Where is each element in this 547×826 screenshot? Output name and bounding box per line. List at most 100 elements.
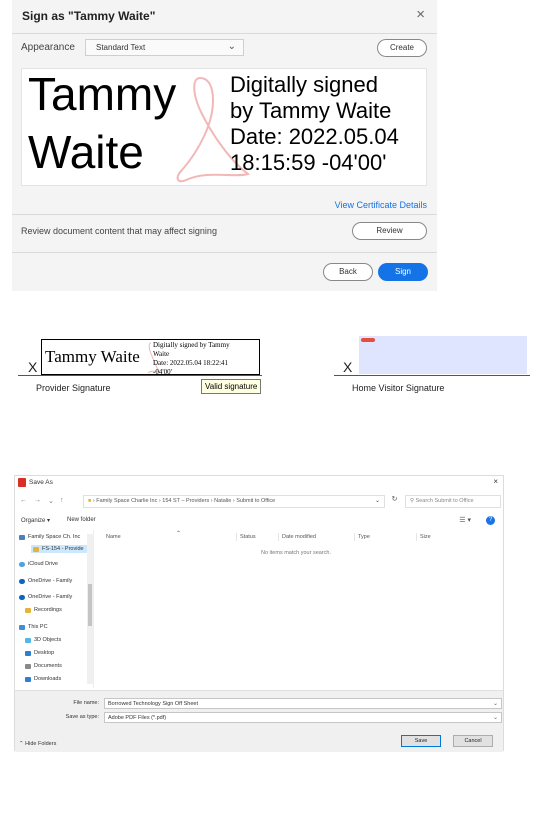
nav-item[interactable]: Documents xyxy=(25,663,62,669)
column-separator xyxy=(354,533,355,541)
toolbar: Organize ▾ New folder ☰ ▾ ? xyxy=(15,514,503,526)
valid-signature-tooltip: Valid signature xyxy=(201,379,262,394)
appearance-dropdown[interactable]: Standard Text ⌄ xyxy=(85,39,244,56)
back-button[interactable]: Back xyxy=(323,263,373,281)
breadcrumb-item[interactable]: 154 ST – Providers xyxy=(162,498,209,504)
breadcrumb-item[interactable]: Family Space Charlie Inc xyxy=(96,498,157,504)
save-options-panel: File name: Borrowed Technology Sign Off … xyxy=(15,690,503,752)
file-name-value: Borrowed Technology Sign Off Sheet xyxy=(108,701,198,707)
column-separator xyxy=(278,533,279,541)
review-button[interactable]: Review xyxy=(352,222,427,240)
dialog-title: Save As xyxy=(29,479,53,486)
navigation-bar: ← → ⌄ ↑ ■ › Family Space Charlie Inc › 1… xyxy=(15,493,503,510)
nav-scrollbar[interactable] xyxy=(87,534,93,684)
up-arrow-icon[interactable]: ↑ xyxy=(60,497,64,504)
folder-icon xyxy=(33,546,39,552)
cloud-icon xyxy=(19,578,25,584)
navigation-pane: Family Space Ch. Inc FS-154 - Provide iC… xyxy=(15,530,94,688)
column-header-size[interactable]: Size xyxy=(420,534,431,540)
save-as-type-select[interactable]: Adobe PDF Files (*.pdf) ⌄ xyxy=(104,712,502,723)
nav-item[interactable]: iCloud Drive xyxy=(19,561,58,567)
provider-signed-field[interactable]: Tammy Waite Digitally signed by Tammy Wa… xyxy=(41,339,260,376)
document-icon xyxy=(25,663,31,669)
search-placeholder: Search Submit to Office xyxy=(415,498,474,504)
x-mark: X xyxy=(343,359,353,375)
nav-item-label: iCloud Drive xyxy=(28,561,58,567)
signed-detail-line: -04'00' xyxy=(153,368,172,376)
home-visitor-signature-line xyxy=(334,375,530,376)
signature-name-line2: Waite xyxy=(28,126,144,178)
nav-item-selected[interactable]: FS-154 - Provide xyxy=(31,545,93,553)
signed-name: Tammy Waite xyxy=(45,347,140,366)
appearance-value: Standard Text xyxy=(96,43,146,52)
signed-detail-line: Waite xyxy=(153,350,170,358)
home-visitor-signature-field[interactable] xyxy=(359,336,527,374)
dialog-title: Sign as "Tammy Waite" xyxy=(22,9,156,23)
nav-item[interactable]: Desktop xyxy=(25,650,54,656)
help-icon[interactable]: ? xyxy=(486,516,495,525)
desktop-icon xyxy=(25,650,31,656)
view-options-icon[interactable]: ☰ ▾ xyxy=(459,516,471,524)
sort-arrow-icon: ⌃ xyxy=(176,531,182,537)
nav-item[interactable]: Family Space Ch. Inc xyxy=(19,534,80,540)
field-flag-icon xyxy=(361,338,375,342)
scrollbar-thumb[interactable] xyxy=(88,584,92,626)
computer-icon xyxy=(19,624,25,630)
new-folder-button[interactable]: New folder xyxy=(67,517,96,523)
chevron-down-icon[interactable]: ⌄ xyxy=(493,700,498,707)
nav-item[interactable]: OneDrive - Family xyxy=(19,578,72,584)
nav-item[interactable]: This PC xyxy=(19,624,48,630)
close-icon[interactable]: × xyxy=(493,477,498,486)
recent-dropdown-icon[interactable]: ⌄ xyxy=(48,497,54,505)
folder-icon: ■ xyxy=(88,498,92,504)
sign-dialog: Sign as "Tammy Waite" × Appearance Stand… xyxy=(12,0,437,291)
column-header-status[interactable]: Status xyxy=(240,534,256,540)
refresh-icon[interactable]: ↻ xyxy=(388,495,401,508)
forward-arrow-icon[interactable]: → xyxy=(34,497,41,504)
hide-folders-toggle[interactable]: ⌃ Hide Folders xyxy=(19,741,56,747)
signed-detail-line: Digitally signed by Tammy xyxy=(153,341,230,349)
nav-item[interactable]: Downloads xyxy=(25,676,61,682)
back-arrow-icon[interactable]: ← xyxy=(20,497,27,504)
sign-button[interactable]: Sign xyxy=(378,263,428,281)
create-button[interactable]: Create xyxy=(377,39,427,57)
organize-menu[interactable]: Organize ▾ xyxy=(21,517,50,524)
signature-lines: X Tammy Waite Digitally signed by Tammy … xyxy=(0,330,547,410)
search-input[interactable]: ⚲ Search Submit to Office xyxy=(405,495,501,508)
signature-details: Digitally signed by Tammy Waite Date: 20… xyxy=(230,72,399,176)
folder-icon xyxy=(25,607,31,613)
nav-item[interactable]: 3D Objects xyxy=(25,637,61,643)
signature-name-line1: Tammy xyxy=(28,68,177,120)
save-button[interactable]: Save xyxy=(401,735,441,747)
divider xyxy=(12,214,437,215)
save-as-type-value: Adobe PDF Files (*.pdf) xyxy=(108,715,167,721)
nav-item-label: 3D Objects xyxy=(34,637,62,643)
nav-item-label: This PC xyxy=(28,624,48,630)
nav-item[interactable]: Recordings xyxy=(25,607,62,613)
nav-item-label: Family Space Ch. Inc xyxy=(28,534,81,540)
cloud-icon xyxy=(19,594,25,600)
chevron-down-icon[interactable]: ⌄ xyxy=(375,497,380,504)
nav-item-label: OneDrive - Family xyxy=(28,594,73,600)
x-mark: X xyxy=(28,359,38,375)
divider xyxy=(12,252,437,253)
breadcrumb-item[interactable]: Submit to Office xyxy=(236,498,275,504)
column-separator xyxy=(236,533,237,541)
column-header-name[interactable]: Name xyxy=(106,534,121,540)
view-certificate-link[interactable]: View Certificate Details xyxy=(335,200,427,210)
cancel-button[interactable]: Cancel xyxy=(453,735,493,747)
appearance-label: Appearance xyxy=(21,42,75,53)
save-as-type-label: Save as type: xyxy=(65,714,99,720)
column-header-date-modified[interactable]: Date modified xyxy=(282,534,316,540)
file-name-input[interactable]: Borrowed Technology Sign Off Sheet ⌄ xyxy=(104,698,502,709)
nav-item[interactable]: OneDrive - Family xyxy=(19,594,72,600)
close-icon[interactable]: × xyxy=(416,6,425,23)
acrobat-app-icon xyxy=(18,478,26,487)
column-header-type[interactable]: Type xyxy=(358,534,370,540)
nav-item-label: OneDrive - Family xyxy=(28,578,73,584)
address-bar[interactable]: ■ › Family Space Charlie Inc › 154 ST – … xyxy=(83,495,385,508)
breadcrumb-item[interactable]: Natalie xyxy=(214,498,231,504)
home-visitor-signature-caption: Home Visitor Signature xyxy=(352,383,445,393)
review-text: Review document content that may affect … xyxy=(21,226,217,236)
file-list: Name ⌃ Status Date modified Type Size No… xyxy=(96,530,503,688)
